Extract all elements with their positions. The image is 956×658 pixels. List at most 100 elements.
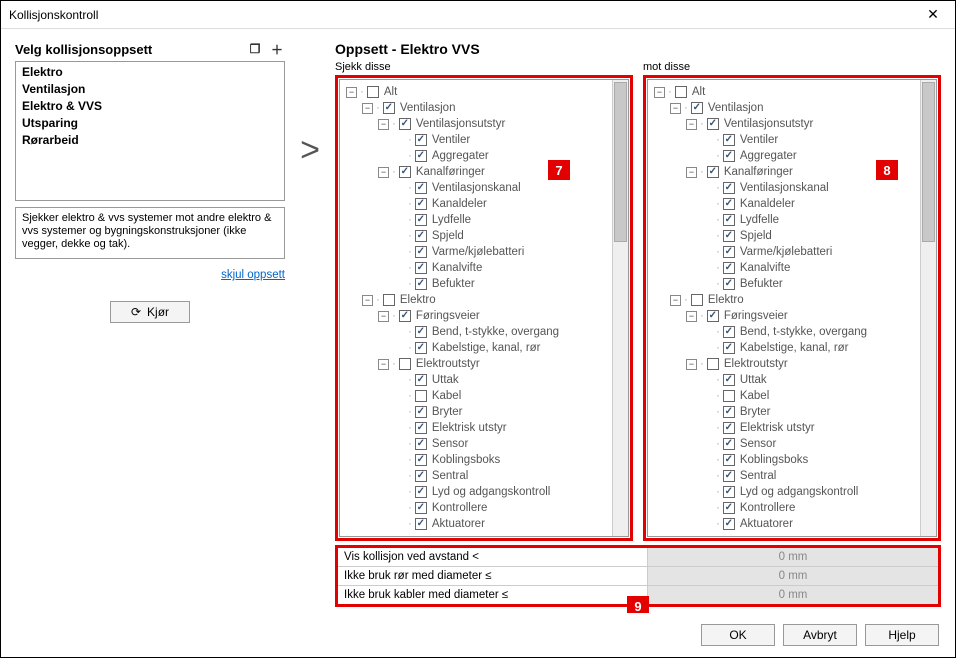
tree-node[interactable]: ·Kabelstige, kanal, rør [344,340,608,356]
tree-checkbox[interactable] [723,150,735,162]
tree-node[interactable]: ·Sensor [344,436,608,452]
tree-checkbox[interactable] [723,278,735,290]
tree-node[interactable]: ·Varme/kjølebatteri [652,244,916,260]
setup-list-item[interactable]: Elektro [20,64,280,81]
tree-node[interactable]: ·Koblingsboks [652,452,916,468]
setup-list-item[interactable]: Utsparing [20,115,280,132]
tree-checkbox[interactable] [415,502,427,514]
tree-node[interactable]: −·Elektro [652,292,916,308]
tree-checkbox[interactable] [723,326,735,338]
tree-node[interactable]: ·Varme/kjølebatteri [344,244,608,260]
tree-checkbox[interactable] [723,198,735,210]
tree-node[interactable]: ·Bryter [652,404,916,420]
tree-checkbox[interactable] [723,502,735,514]
tree-node[interactable]: −·Ventilasjonsutstyr [344,116,608,132]
tree-node[interactable]: ·Sentral [344,468,608,484]
tree-toggle-icon[interactable]: − [346,87,357,98]
tree-checkbox[interactable] [723,230,735,242]
tree-toggle-icon[interactable]: − [670,295,681,306]
setup-list-item[interactable]: Rørarbeid [20,132,280,149]
tree-node[interactable]: ·Kabelstige, kanal, rør [652,340,916,356]
tree-toggle-icon[interactable]: − [378,119,389,130]
tree-checkbox[interactable] [415,470,427,482]
tree-checkbox[interactable] [367,86,379,98]
tree-node[interactable]: −·Elektroutstyr [344,356,608,372]
tree-checkbox[interactable] [415,390,427,402]
tree-node[interactable]: ·Elektrisk utstyr [652,420,916,436]
tree-right-scrollbar[interactable] [920,80,936,536]
tree-node[interactable]: −·Ventilasjon [652,100,916,116]
tree-node[interactable]: ·Uttak [652,372,916,388]
tree-checkbox[interactable] [707,310,719,322]
tree-left[interactable]: −·Alt−·Ventilasjon−·Ventilasjonsutstyr·V… [340,80,612,536]
tree-checkbox[interactable] [723,422,735,434]
tree-checkbox[interactable] [415,422,427,434]
tree-node[interactable]: ·Aggregater [344,148,608,164]
tree-node[interactable]: ·Kanalvifte [652,260,916,276]
tree-toggle-icon[interactable]: − [362,103,373,114]
tree-checkbox[interactable] [415,518,427,530]
tree-node[interactable]: ·Sensor [652,436,916,452]
tree-checkbox[interactable] [723,454,735,466]
tree-checkbox[interactable] [723,518,735,530]
tree-checkbox[interactable] [707,118,719,130]
tree-node[interactable]: ·Ventilasjonskanal [652,180,916,196]
tree-checkbox[interactable] [415,262,427,274]
tree-checkbox[interactable] [415,134,427,146]
tree-node[interactable]: ·Lydfelle [344,212,608,228]
run-button[interactable]: ⟳ Kjør [110,301,190,323]
tree-checkbox[interactable] [415,486,427,498]
tree-node[interactable]: ·Bend, t-stykke, overgang [652,324,916,340]
tree-node[interactable]: ·Spjeld [344,228,608,244]
tree-checkbox[interactable] [723,342,735,354]
tree-node[interactable]: ·Aktuatorer [652,516,916,532]
tree-node[interactable]: ·Koblingsboks [344,452,608,468]
tree-node[interactable]: ·Kabel [652,388,916,404]
copy-setup-icon[interactable]: ❐ [247,41,263,57]
scrollbar-thumb[interactable] [614,82,627,242]
scrollbar-thumb[interactable] [922,82,935,242]
tree-checkbox[interactable] [723,470,735,482]
tree-checkbox[interactable] [399,118,411,130]
tree-node[interactable]: ·Ventilasjonskanal [344,180,608,196]
tree-left-scrollbar[interactable] [612,80,628,536]
tree-checkbox[interactable] [723,390,735,402]
close-icon[interactable]: ✕ [919,4,947,26]
tree-node[interactable]: −·Alt [652,84,916,100]
tree-node[interactable]: ·Ventiler [344,132,608,148]
tree-node[interactable]: ·Kanaldeler [344,196,608,212]
tree-checkbox[interactable] [723,486,735,498]
tree-node[interactable]: −·Elektroutstyr [652,356,916,372]
tree-node[interactable]: ·Uttak [344,372,608,388]
tree-toggle-icon[interactable]: − [378,359,389,370]
tree-node[interactable]: ·Kanalvifte [344,260,608,276]
tree-checkbox[interactable] [707,166,719,178]
hide-setup-link[interactable]: skjul oppsett [221,269,285,281]
tree-checkbox[interactable] [415,406,427,418]
tree-checkbox[interactable] [723,438,735,450]
tree-checkbox[interactable] [415,150,427,162]
ok-button[interactable]: OK [701,624,775,646]
tree-node[interactable]: ·Kontrollere [344,500,608,516]
tree-checkbox[interactable] [723,262,735,274]
tree-node[interactable]: −·Føringsveier [652,308,916,324]
cancel-button[interactable]: Avbryt [783,624,857,646]
tree-checkbox[interactable] [399,166,411,178]
tree-checkbox[interactable] [415,182,427,194]
tree-checkbox[interactable] [383,294,395,306]
filter-value[interactable]: 0 mm [648,548,938,566]
tree-checkbox[interactable] [691,102,703,114]
filter-value[interactable]: 0 mm [648,567,938,585]
tree-node[interactable]: −·Ventilasjon [344,100,608,116]
tree-node[interactable]: −·Elektro [344,292,608,308]
tree-checkbox[interactable] [415,374,427,386]
tree-toggle-icon[interactable]: − [686,167,697,178]
tree-checkbox[interactable] [415,278,427,290]
tree-checkbox[interactable] [415,198,427,210]
tree-checkbox[interactable] [723,182,735,194]
filter-value[interactable]: 0 mm [648,586,938,604]
tree-checkbox[interactable] [723,134,735,146]
tree-checkbox[interactable] [723,406,735,418]
tree-checkbox[interactable] [723,374,735,386]
tree-node[interactable]: ·Befukter [344,276,608,292]
